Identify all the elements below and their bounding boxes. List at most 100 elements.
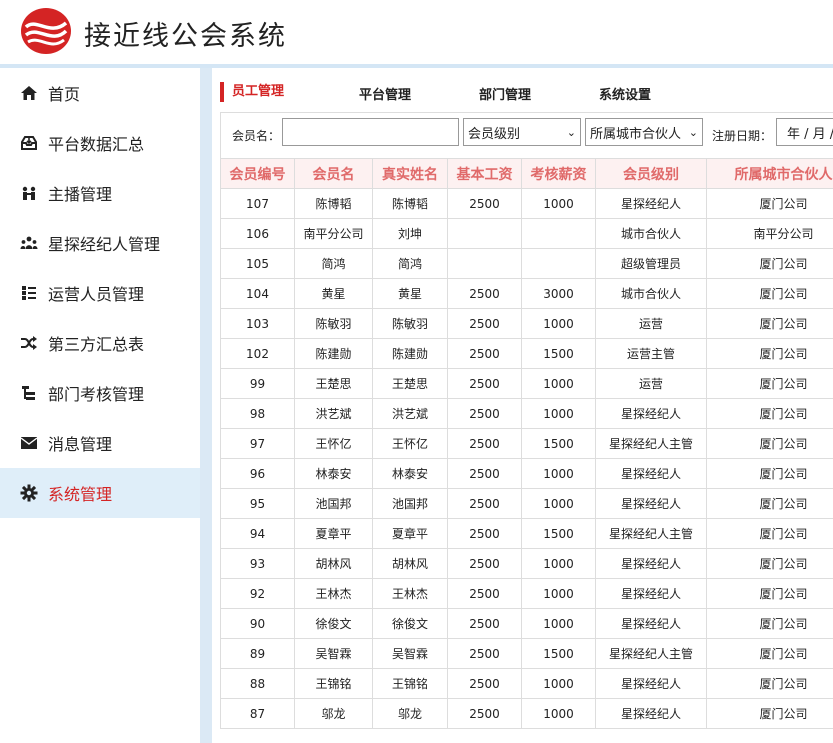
sidebar-item-platform-data[interactable]: 平台数据汇总: [0, 118, 200, 168]
sidebar-item-anchor[interactable]: 主播管理: [0, 168, 200, 218]
table-row[interactable]: 90 徐俊文 徐俊文 2500 1000 星探经纪人 厦门公司: [220, 608, 833, 639]
cell-base-salary: 2500: [447, 338, 522, 369]
col-base-salary[interactable]: 基本工资: [447, 158, 522, 189]
city-partner-select[interactable]: 所属城市合伙人 ⌄: [585, 118, 703, 146]
table-row[interactable]: 103 陈敏羽 陈敏羽 2500 1000 运营 厦门公司: [220, 308, 833, 339]
member-name-label: 会员名：: [232, 129, 281, 143]
cell-assess-salary: 1000: [521, 368, 596, 399]
cell-city-partner: 厦门公司: [706, 248, 833, 279]
table-row[interactable]: 96 林泰安 林泰安 2500 1000 星探经纪人 厦门公司: [220, 458, 833, 489]
sidebar-item-label: 平台数据汇总: [48, 135, 145, 154]
table-row[interactable]: 106 南平分公司 刘坤 城市合伙人 南平分公司: [220, 218, 833, 249]
table-row[interactable]: 104 黄星 黄星 2500 3000 城市合伙人 厦门公司: [220, 278, 833, 309]
cell-real-name: 王锦铭: [372, 668, 448, 699]
cell-member-name: 邬龙: [294, 698, 373, 729]
cell-base-salary: [447, 248, 522, 279]
cell-real-name: 黄星: [372, 278, 448, 309]
cell-assess-salary: 3000: [521, 278, 596, 309]
tab-platform[interactable]: 平台管理: [359, 84, 411, 103]
cell-member-level: 超级管理员: [595, 248, 707, 279]
cell-member-id: 90: [220, 608, 295, 639]
cell-assess-salary: 1000: [521, 668, 596, 699]
col-member-level[interactable]: 会员级别: [595, 158, 707, 189]
cell-member-id: 103: [220, 308, 295, 339]
col-assess-salary[interactable]: 考核薪资: [521, 158, 596, 189]
cell-assess-salary: [521, 218, 596, 249]
app-header: 接近线公会系统: [0, 0, 833, 64]
cell-city-partner: 厦门公司: [706, 698, 833, 729]
col-member-id[interactable]: 会员编号: [220, 158, 295, 189]
cell-member-level: 星探经纪人: [595, 608, 707, 639]
cell-member-name: 陈博韬: [294, 188, 373, 219]
cell-member-name: 池国邦: [294, 488, 373, 519]
cell-member-level: 城市合伙人: [595, 218, 707, 249]
table-row[interactable]: 102 陈建勋 陈建勋 2500 1500 运营主管 厦门公司: [220, 338, 833, 369]
member-name-input[interactable]: [282, 118, 459, 146]
col-member-name[interactable]: 会员名: [294, 158, 373, 189]
cell-city-partner: 厦门公司: [706, 668, 833, 699]
cell-real-name: 简鸿: [372, 248, 448, 279]
tab-department[interactable]: 部门管理: [479, 84, 531, 103]
sidebar-item-label: 部门考核管理: [48, 385, 145, 404]
table-row[interactable]: 97 王怀亿 王怀亿 2500 1500 星探经纪人主管 厦门公司: [220, 428, 833, 459]
table-row[interactable]: 89 吴智霖 吴智霖 2500 1500 星探经纪人主管 厦门公司: [220, 638, 833, 669]
sidebar-item-third-party[interactable]: 第三方汇总表: [0, 318, 200, 368]
gear-icon: [19, 483, 39, 503]
sidebar-item-message[interactable]: 消息管理: [0, 418, 200, 468]
member-level-select[interactable]: 会员级别 ⌄: [463, 118, 581, 146]
cell-real-name: 胡林风: [372, 548, 448, 579]
sitemap-icon: [19, 383, 39, 403]
cell-city-partner: 厦门公司: [706, 608, 833, 639]
cell-assess-salary: [521, 248, 596, 279]
cell-member-level: 城市合伙人: [595, 278, 707, 309]
tab-employee[interactable]: 员工管理: [220, 82, 284, 102]
table-row[interactable]: 99 王楚思 王楚思 2500 1000 运营 厦门公司: [220, 368, 833, 399]
cell-member-name: 黄星: [294, 278, 373, 309]
cell-city-partner: 厦门公司: [706, 548, 833, 579]
cell-base-salary: 2500: [447, 458, 522, 489]
cell-base-salary: 2500: [447, 308, 522, 339]
table-row[interactable]: 98 洪艺斌 洪艺斌 2500 1000 星探经纪人 厦门公司: [220, 398, 833, 429]
table-row[interactable]: 105 简鸿 简鸿 超级管理员 厦门公司: [220, 248, 833, 279]
cell-member-level: 星探经纪人: [595, 188, 707, 219]
col-real-name[interactable]: 真实姓名: [372, 158, 448, 189]
cell-real-name: 王林杰: [372, 578, 448, 609]
table-row[interactable]: 94 夏章平 夏章平 2500 1500 星探经纪人主管 厦门公司: [220, 518, 833, 549]
chevron-down-icon: ⌄: [688, 125, 698, 139]
cell-base-salary: 2500: [447, 188, 522, 219]
cell-member-level: 星探经纪人主管: [595, 518, 707, 549]
cell-assess-salary: 1500: [521, 638, 596, 669]
table-row[interactable]: 107 陈博韬 陈博韬 2500 1000 星探经纪人 厦门公司: [220, 188, 833, 219]
users-icon: [19, 183, 39, 203]
sidebar-item-home[interactable]: 首页: [0, 68, 200, 118]
cell-real-name: 夏章平: [372, 518, 448, 549]
table-row[interactable]: 93 胡林风 胡林风 2500 1000 星探经纪人 厦门公司: [220, 548, 833, 579]
sidebar-item-operations[interactable]: 运营人员管理: [0, 268, 200, 318]
cell-member-id: 93: [220, 548, 295, 579]
table-row[interactable]: 95 池国邦 池国邦 2500 1000 星探经纪人 厦门公司: [220, 488, 833, 519]
cell-member-name: 简鸿: [294, 248, 373, 279]
cell-member-id: 94: [220, 518, 295, 549]
table-row[interactable]: 87 邬龙 邬龙 2500 1000 星探经纪人 厦门公司: [220, 698, 833, 729]
table-row[interactable]: 88 王锦铭 王锦铭 2500 1000 星探经纪人 厦门公司: [220, 668, 833, 699]
cell-real-name: 陈敏羽: [372, 308, 448, 339]
cell-real-name: 徐俊文: [372, 608, 448, 639]
table-row[interactable]: 92 王林杰 王林杰 2500 1000 星探经纪人 厦门公司: [220, 578, 833, 609]
sidebar-item-system[interactable]: 系统管理: [0, 468, 200, 518]
cell-city-partner: 厦门公司: [706, 188, 833, 219]
reg-date-input[interactable]: 年 / 月 / 日: [776, 118, 833, 146]
cell-member-level: 星探经纪人: [595, 398, 707, 429]
filter-bar: 会员名： 会员级别 ⌄ 所属城市合伙人 ⌄ 注册日期： 年 / 月 / 日: [220, 112, 833, 158]
cell-base-salary: 2500: [447, 518, 522, 549]
cell-member-level: 运营: [595, 368, 707, 399]
sidebar-item-department[interactable]: 部门考核管理: [0, 368, 200, 418]
table-header-row: 会员编号 会员名 真实姓名 基本工资 考核薪资 会员级别 所属城市合伙人: [220, 158, 833, 189]
sidebar-item-label: 第三方汇总表: [48, 335, 145, 354]
cell-member-level: 星探经纪人: [595, 488, 707, 519]
cell-assess-salary: 1000: [521, 608, 596, 639]
cell-member-id: 104: [220, 278, 295, 309]
col-city-partner[interactable]: 所属城市合伙人: [706, 158, 833, 189]
cell-member-name: 洪艺斌: [294, 398, 373, 429]
tab-system-settings[interactable]: 系统设置: [599, 84, 651, 103]
sidebar-item-scout-agent[interactable]: 星探经纪人管理: [0, 218, 200, 268]
